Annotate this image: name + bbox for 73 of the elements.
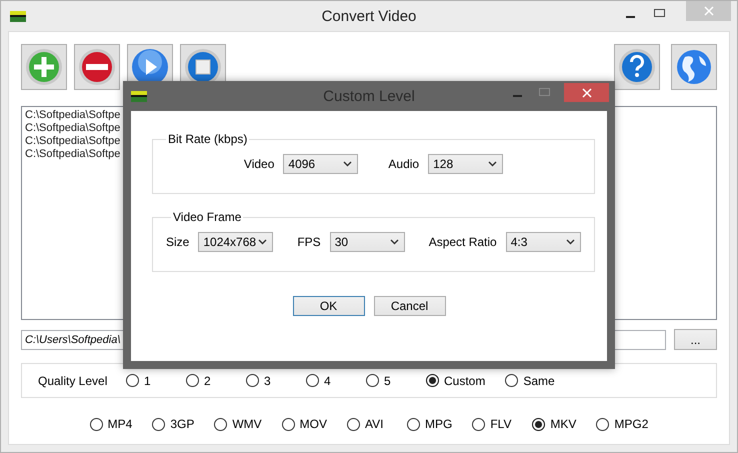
file-item[interactable]: C:\Softpedia\Softpe [25, 109, 120, 122]
chevron-down-icon [258, 239, 268, 245]
field-label: FPS [297, 235, 321, 249]
remove-icon [78, 48, 116, 86]
chevron-down-icon [566, 239, 575, 245]
radio-button[interactable] [472, 418, 486, 430]
field-label: Video [244, 157, 274, 171]
app-icon [10, 8, 26, 24]
radio-label[interactable]: MP4 [108, 417, 132, 431]
radio-label[interactable]: 1 [144, 374, 151, 388]
field-label: Size [166, 235, 190, 249]
globe-icon [675, 48, 713, 86]
close-icon [582, 88, 592, 98]
dialog-button[interactable]: Cancel [374, 296, 446, 316]
radio-button[interactable] [214, 418, 228, 430]
dropdown[interactable]: 128 [428, 154, 504, 174]
dialog-title: Custom Level [323, 88, 415, 105]
close-button[interactable] [564, 83, 609, 102]
file-item[interactable]: C:\Softpedia\Softpe [25, 135, 120, 148]
radio-label[interactable]: Custom [444, 374, 486, 388]
maximize-icon[interactable] [654, 9, 665, 17]
radio-label[interactable]: Same [523, 374, 555, 388]
dropdown[interactable]: 4096 [283, 154, 358, 174]
field-label: Audio [388, 157, 420, 171]
field-label: Aspect Ratio [428, 235, 497, 249]
add-icon [25, 48, 63, 86]
radio-button[interactable] [426, 374, 439, 387]
radio-button[interactable] [532, 418, 546, 430]
help-icon [618, 48, 656, 86]
radio-label[interactable]: WMV [232, 417, 262, 431]
globe-button[interactable] [671, 44, 717, 90]
radio-button[interactable] [282, 418, 295, 430]
add-button[interactable] [21, 44, 67, 90]
dropdown[interactable]: 1024x768 [198, 232, 274, 252]
app-icon [131, 88, 147, 104]
radio-label[interactable]: 5 [384, 374, 391, 388]
radio-button[interactable] [505, 374, 518, 387]
radio-label[interactable]: 3 [264, 374, 271, 388]
help-button[interactable] [614, 44, 660, 90]
dialog-button[interactable]: OK [292, 296, 364, 316]
chevron-down-icon [343, 161, 352, 167]
file-item[interactable]: C:\Softpedia\Softpe [25, 122, 120, 135]
window-title: Convert Video [322, 8, 416, 25]
radio-label[interactable]: MKV [550, 417, 576, 431]
file-item[interactable]: C:\Softpedia\Softpe [25, 148, 120, 161]
dropdown[interactable]: 30 [330, 232, 405, 252]
radio-button[interactable] [90, 418, 103, 430]
remove-button[interactable] [74, 44, 120, 90]
radio-button[interactable] [126, 374, 139, 387]
radio-label[interactable]: FLV [490, 417, 512, 431]
group-title: Bit Rate (kbps) [167, 132, 248, 146]
group-title: Video Frame [172, 210, 242, 224]
radio-button[interactable] [407, 418, 420, 430]
radio-label[interactable]: MOV [300, 417, 327, 431]
radio-label[interactable]: MPG [425, 417, 452, 431]
radio-label[interactable]: AVI [365, 417, 384, 431]
dropdown[interactable]: 4:3 [506, 232, 581, 252]
radio-label[interactable]: MPG2 [614, 417, 648, 431]
quality-label: Quality Level [38, 374, 108, 388]
chevron-down-icon [390, 239, 399, 245]
browse-button[interactable]: ... [674, 329, 717, 350]
close-icon [704, 6, 714, 16]
radio-label[interactable]: 4 [324, 374, 331, 388]
radio-button[interactable] [347, 418, 360, 430]
radio-label[interactable]: 3GP [170, 417, 194, 431]
radio-button[interactable] [246, 374, 259, 387]
radio-button[interactable] [152, 418, 166, 430]
radio-button[interactable] [596, 418, 610, 430]
radio-button[interactable] [306, 374, 319, 387]
radio-button[interactable] [186, 374, 199, 387]
radio-button[interactable] [366, 374, 379, 387]
chevron-down-icon [488, 161, 498, 167]
radio-label[interactable]: 2 [204, 374, 211, 388]
